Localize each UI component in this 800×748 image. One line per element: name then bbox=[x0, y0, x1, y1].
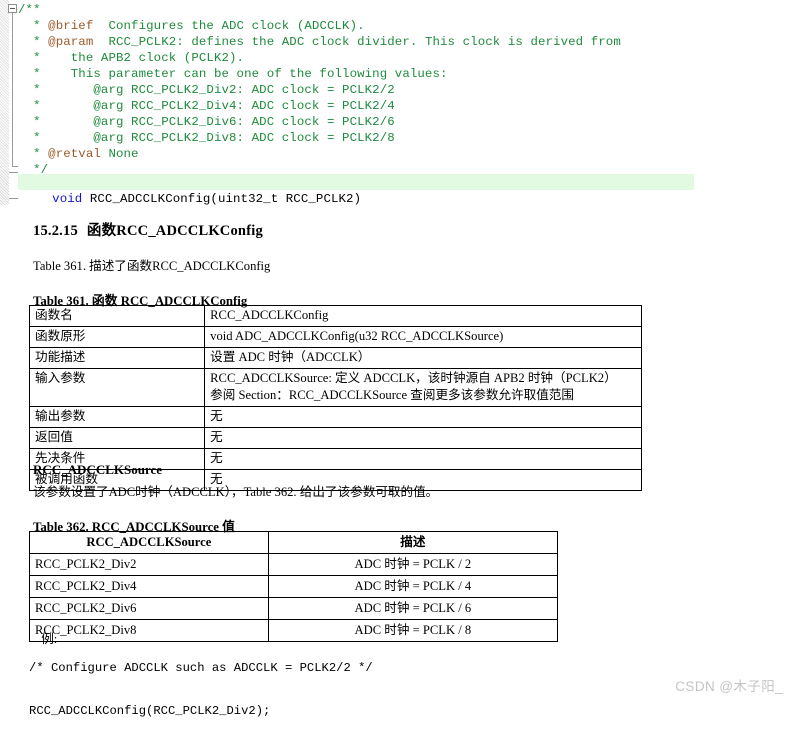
table-cell-description: ADC 时钟 = PCLK / 4 bbox=[267, 575, 559, 598]
table-cell-value: RCC_ADCCLKSource: 定义 ADCCLK，该时钟源自 APB2 时… bbox=[204, 368, 642, 407]
code-line: /** bbox=[18, 2, 621, 18]
code-line-text: @arg RCC_PCLK2_Div8: ADC clock = PCLK2/8 bbox=[48, 131, 395, 145]
table-cell-value: RCC_ADCCLKConfig bbox=[204, 305, 642, 327]
table-361-caption: Table 361. 描述了函数RCC_ADCCLKConfig bbox=[33, 259, 271, 273]
table-cell-key: 输入参数 bbox=[28, 368, 206, 407]
code-fold-guide-line bbox=[12, 13, 13, 167]
doc-tag: @retval bbox=[48, 147, 101, 161]
table-header-row: RCC_ADCCLKSource 描述 bbox=[29, 531, 559, 554]
table-cell-key: 函数名 bbox=[28, 305, 206, 327]
table-row: RCC_PCLK2_Div2 ADC 时钟 = PCLK / 2 bbox=[29, 553, 559, 576]
table-row: 返回值无 bbox=[28, 427, 642, 449]
code-line-indent: * bbox=[18, 115, 49, 129]
code-editor-pane: /** * @brief Configures the ADC clock (A… bbox=[0, 0, 800, 206]
code-line-text: @arg RCC_PCLK2_Div4: ADC clock = PCLK2/4 bbox=[48, 99, 395, 113]
table-cell-value: 无 bbox=[204, 406, 642, 428]
table-cell-source: RCC_PCLK2_Div2 bbox=[29, 553, 269, 576]
table-row: 输入参数 RCC_ADCCLKSource: 定义 ADCCLK，该时钟源自 AP… bbox=[28, 368, 642, 407]
subsection-heading: RCC_ADCCLKSource bbox=[33, 462, 163, 477]
table-row: 函数原形 void ADC_ADCCLKConfig(u32 RCC_ADCCLK… bbox=[28, 326, 642, 348]
csdn-watermark: CSDN @木子阳_ bbox=[675, 679, 783, 694]
table-cell-value: void ADC_ADCCLKConfig(u32 RCC_ADCCLKSour… bbox=[204, 326, 642, 348]
section-title-text: 函数RCC_ADCCLKConfig bbox=[86, 223, 263, 239]
code-line: * @arg RCC_PCLK2_Div8: ADC clock = PCLK2… bbox=[18, 130, 621, 146]
page-title: 15.2.15 函数RCC_ADCCLKConfig bbox=[33, 219, 263, 240]
function-signature-rest: RCC_ADCCLKConfig(uint32_t RCC_PCLK2) bbox=[82, 192, 362, 206]
editor-gutter-strip-lower bbox=[0, 170, 9, 205]
table-cell-source: RCC_PCLK2_Div4 bbox=[29, 575, 269, 598]
table-cell-description: ADC 时钟 = PCLK / 2 bbox=[267, 553, 559, 576]
table-cell-key: 返回值 bbox=[28, 427, 206, 449]
code-line-text: Configures the ADC clock (ADCCLK). bbox=[93, 19, 365, 33]
code-line-indent: * bbox=[18, 19, 49, 33]
code-line-text: /** bbox=[18, 3, 41, 17]
doc-tag: @param bbox=[48, 35, 94, 49]
gutter-tick-lower bbox=[9, 198, 18, 199]
code-line-indent: * bbox=[18, 99, 49, 113]
table-row: 功能描述 设置 ADC 时钟（ADCCLK） bbox=[28, 347, 642, 369]
table-cell-key: 输出参数 bbox=[28, 406, 206, 428]
code-line-indent: * bbox=[18, 51, 49, 65]
code-line-indent: * bbox=[18, 67, 49, 81]
table-column-header: RCC_ADCCLKSource bbox=[29, 531, 269, 554]
keyword-void: void bbox=[52, 192, 83, 206]
code-line-text: None bbox=[100, 147, 139, 161]
code-line: * @arg RCC_PCLK2_Div4: ADC clock = PCLK2… bbox=[18, 98, 621, 114]
table-cell-key: 功能描述 bbox=[28, 347, 206, 369]
code-comment-block: /** * @brief Configures the ADC clock (A… bbox=[18, 2, 621, 178]
table-row: RCC_PCLK2_Div4 ADC 时钟 = PCLK / 4 bbox=[29, 575, 559, 598]
code-line: * @brief Configures the ADC clock (ADCCL… bbox=[18, 18, 621, 34]
gutter-tick-upper bbox=[9, 172, 18, 173]
code-line-indent: * bbox=[18, 35, 49, 49]
section-number: 15.2.15 bbox=[33, 223, 78, 239]
subsection-paragraph: 该参数设置了ADC时钟（ADCCLK），Table 362. 给出了该参数可取的… bbox=[33, 485, 439, 499]
code-line: * @param RCC_PCLK2: defines the ADC cloc… bbox=[18, 34, 621, 50]
code-line-text: @arg RCC_PCLK2_Div2: ADC clock = PCLK2/2 bbox=[48, 83, 395, 97]
table-cell-value: 无 bbox=[204, 448, 642, 470]
example-line-1: /* Configure ADCCLK such as ADCCLK = PCL… bbox=[29, 660, 373, 675]
code-line: * the APB2 clock (PCLK2). bbox=[18, 50, 621, 66]
code-line-indent: * bbox=[18, 131, 49, 145]
code-line-text: This parameter can be one of the followi… bbox=[48, 67, 448, 81]
table-column-header: 描述 bbox=[267, 531, 559, 554]
table-cell-value: 无 bbox=[204, 427, 642, 449]
code-line-text: @arg RCC_PCLK2_Div6: ADC clock = PCLK2/6 bbox=[48, 115, 395, 129]
code-line: * @retval None bbox=[18, 146, 621, 162]
example-code-block: 例: /* Configure ADCCLK such as ADCCLK = … bbox=[29, 617, 373, 748]
code-line: * @arg RCC_PCLK2_Div2: ADC clock = PCLK2… bbox=[18, 82, 621, 98]
code-line: * This parameter can be one of the follo… bbox=[18, 66, 621, 82]
table-row: 输出参数无 bbox=[28, 406, 642, 428]
function-signature-line: void RCC_ADCCLKConfig(uint32_t RCC_PCLK2… bbox=[22, 175, 361, 223]
code-line-indent: * bbox=[18, 147, 49, 161]
example-label: 例: bbox=[41, 631, 58, 646]
table-cell-value: 设置 ADC 时钟（ADCCLK） bbox=[204, 347, 642, 369]
code-line-indent: * bbox=[18, 83, 49, 97]
code-line-text: the APB2 clock (PCLK2). bbox=[48, 51, 245, 65]
doc-tag: @brief bbox=[48, 19, 94, 33]
code-line: * @arg RCC_PCLK2_Div6: ADC clock = PCLK2… bbox=[18, 114, 621, 130]
code-line-text: RCC_PCLK2: defines the ADC clock divider… bbox=[93, 35, 621, 49]
code-fold-collapse-icon[interactable] bbox=[8, 4, 17, 13]
table-cell-key: 函数原形 bbox=[28, 326, 206, 348]
table-row: 函数名 RCC_ADCCLKConfig bbox=[28, 305, 642, 327]
example-line-2: RCC_ADCCLKConfig(RCC_PCLK2_Div2); bbox=[29, 704, 271, 718]
